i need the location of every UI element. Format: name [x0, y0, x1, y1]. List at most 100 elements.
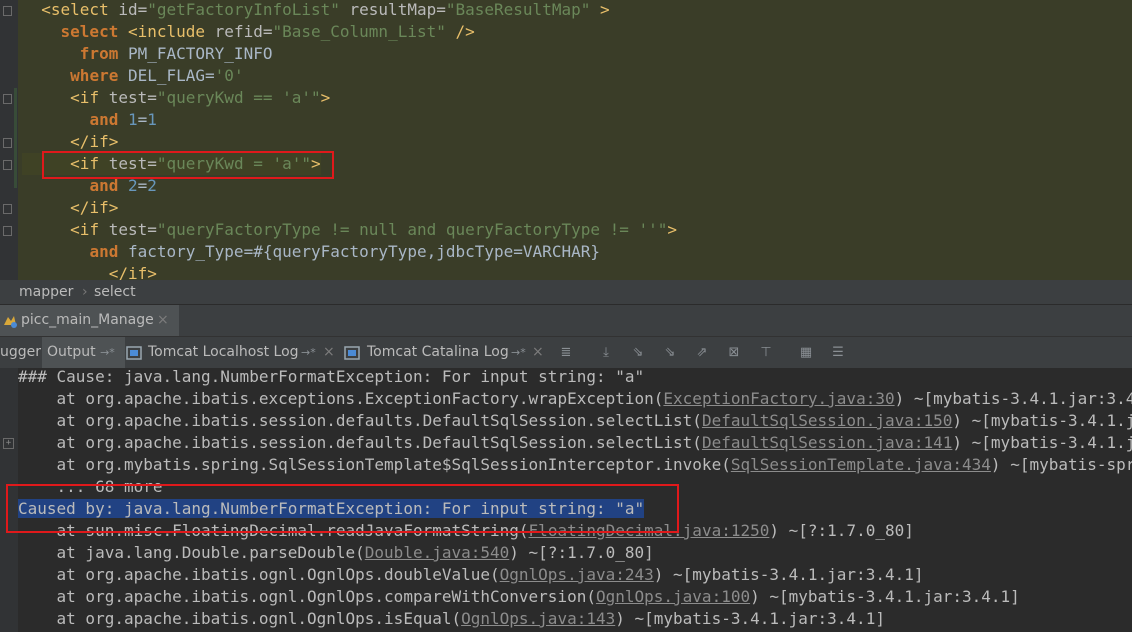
code-token: "queryKwd == 'a'": [156, 88, 321, 107]
stacktrace-link[interactable]: OgnlOps.java:100: [596, 587, 750, 606]
code-token: >: [590, 0, 610, 19]
code-line[interactable]: where DEL_FLAG='0': [22, 65, 244, 87]
fold-icon[interactable]: [3, 94, 12, 104]
log-file-icon: [126, 346, 142, 360]
code-token: refid=: [214, 22, 273, 41]
fold-icon[interactable]: [3, 6, 12, 16]
console-text: at org.apache.ibatis.session.defaults.De…: [18, 411, 702, 430]
up-arrow-icon[interactable]: ⇗: [694, 345, 710, 361]
stacktrace-link[interactable]: DefaultSqlSession.java:141: [702, 433, 952, 452]
code-token: PM_FACTORY_INFO: [127, 44, 273, 63]
code-line[interactable]: select <include refid="Base_Column_List"…: [22, 21, 475, 43]
console-line: at java.lang.Double.parseDouble(Double.j…: [18, 542, 654, 564]
console-line: at org.apache.ibatis.ognl.OgnlOps.isEqua…: [18, 608, 885, 630]
breadcrumb-item-select[interactable]: select: [94, 280, 136, 304]
clear-all-icon[interactable]: ≣: [558, 345, 574, 361]
tomcat-icon: [4, 316, 17, 328]
highlight-box-if-test: [42, 151, 334, 179]
code-token: 1: [127, 110, 138, 129]
code-editor[interactable]: <select id="getFactoryInfoList" resultMa…: [0, 0, 1132, 280]
code-token: =: [137, 110, 148, 129]
code-token: "getFactoryInfoList": [147, 0, 340, 19]
stacktrace-link[interactable]: Double.java:540: [365, 543, 510, 562]
pin-icon[interactable]: →*: [511, 337, 526, 368]
run-tab[interactable]: picc_main_Manage ×: [0, 305, 179, 336]
stacktrace-link[interactable]: OgnlOps.java:143: [461, 609, 615, 628]
scroll-to-end-icon[interactable]: ⤓: [598, 345, 614, 361]
console-text: ) ~[mybatis-3.4.1.jar:3.4.1]: [615, 609, 885, 628]
console-text: at java.lang.Double.parseDouble(: [18, 543, 365, 562]
code-token: '0': [214, 66, 244, 85]
fold-icon[interactable]: [3, 160, 12, 170]
code-line[interactable]: and 1=1: [22, 109, 157, 131]
fold-icon[interactable]: [3, 138, 12, 148]
console-text: ### Cause: java.lang.NumberFormatExcepti…: [18, 368, 645, 386]
fold-icon[interactable]: [3, 204, 12, 214]
code-line[interactable]: <select id="getFactoryInfoList" resultMa…: [22, 0, 610, 21]
stacktrace-link[interactable]: OgnlOps.java:243: [500, 565, 654, 584]
down-arrow-icon[interactable]: ⇘: [662, 345, 678, 361]
log-file-icon: [344, 346, 360, 360]
console-text: ) ~[?:1.7.0_80]: [769, 521, 914, 540]
code-line[interactable]: from PM_FACTORY_INFO: [22, 43, 273, 65]
code-token: test=: [108, 88, 157, 107]
code-token: <select: [41, 0, 119, 19]
code-token: 1: [147, 110, 157, 129]
console-text: at org.apache.ibatis.ognl.OgnlOps.double…: [18, 565, 500, 584]
filter-icon[interactable]: ⊤: [758, 345, 774, 361]
console-text: ) ~[mybatis-3.4.1.jar:3.4.1]: [653, 565, 924, 584]
code-token: resultMap=: [339, 0, 446, 19]
breadcrumb-item-mapper[interactable]: mapper: [19, 280, 73, 304]
code-token: "queryFactoryType != null and queryFacto…: [156, 220, 668, 239]
tab-debugger[interactable]: ugger: [0, 337, 41, 368]
console-output[interactable]: + ### Cause: java.lang.NumberFormatExcep…: [0, 368, 1132, 632]
editor-gutter: [0, 0, 18, 280]
tab-tomcat-catalina-log[interactable]: Tomcat Catalina Log →* ×: [342, 337, 546, 368]
tab-output[interactable]: Output →*: [42, 337, 125, 368]
console-line: at org.apache.ibatis.session.defaults.De…: [18, 432, 1132, 454]
close-icon[interactable]: ×: [532, 337, 544, 368]
code-token: where: [70, 66, 128, 85]
code-line[interactable]: and factory_Type=#{queryFactoryType,jdbc…: [22, 241, 600, 263]
stacktrace-link[interactable]: SqlSessionTemplate.java:434: [731, 455, 991, 474]
code-line[interactable]: <if test="queryKwd == 'a'">: [22, 87, 330, 109]
fold-icon[interactable]: [3, 226, 12, 236]
soft-wrap-icon[interactable]: ⇘: [630, 345, 646, 361]
run-toolbar: picc_main_Manage ×: [0, 304, 1132, 337]
code-line[interactable]: </if>: [22, 197, 118, 219]
code-token: <include: [127, 22, 215, 41]
expand-icon[interactable]: +: [3, 438, 14, 449]
code-token: from: [79, 44, 128, 63]
code-line[interactable]: </if>: [22, 131, 118, 153]
console-line: at org.apache.ibatis.ognl.OgnlOps.double…: [18, 564, 924, 586]
code-token: test=: [108, 220, 157, 239]
code-token: and: [89, 242, 128, 261]
close-icon[interactable]: ×: [323, 337, 335, 368]
settings-list-icon[interactable]: ☰: [830, 345, 846, 361]
table-icon[interactable]: ▦: [798, 345, 814, 361]
clear-icon[interactable]: ⊠: [726, 345, 742, 361]
console-text: at org.apache.ibatis.session.defaults.De…: [18, 433, 702, 452]
stacktrace-link[interactable]: DefaultSqlSession.java:150: [702, 411, 952, 430]
highlight-box-caused-by: [6, 484, 679, 533]
pin-icon[interactable]: →*: [301, 337, 316, 368]
code-line[interactable]: <if test="queryFactoryType != null and q…: [22, 219, 677, 241]
code-token: </if>: [70, 198, 119, 217]
code-token: and: [89, 110, 128, 129]
close-icon[interactable]: ×: [157, 305, 169, 336]
console-text: ) ~[mybatis-3.4.1.jar:3.4.1]: [952, 433, 1132, 452]
code-token: DEL_FLAG=: [127, 66, 215, 85]
change-stripe: [14, 88, 17, 188]
pin-icon[interactable]: →*: [100, 346, 115, 359]
code-line[interactable]: </if>: [22, 263, 157, 280]
console-text: ) ~[mybatis-3.4.1.jar:3.4.1]: [750, 587, 1020, 606]
tab-tomcat-localhost-log[interactable]: Tomcat Localhost Log →* ×: [124, 337, 336, 368]
code-token: </if>: [108, 264, 157, 280]
console-text: at org.apache.ibatis.exceptions.Exceptio…: [18, 389, 664, 408]
code-token: select: [60, 22, 128, 41]
stacktrace-link[interactable]: ExceptionFactory.java:30: [663, 389, 894, 408]
